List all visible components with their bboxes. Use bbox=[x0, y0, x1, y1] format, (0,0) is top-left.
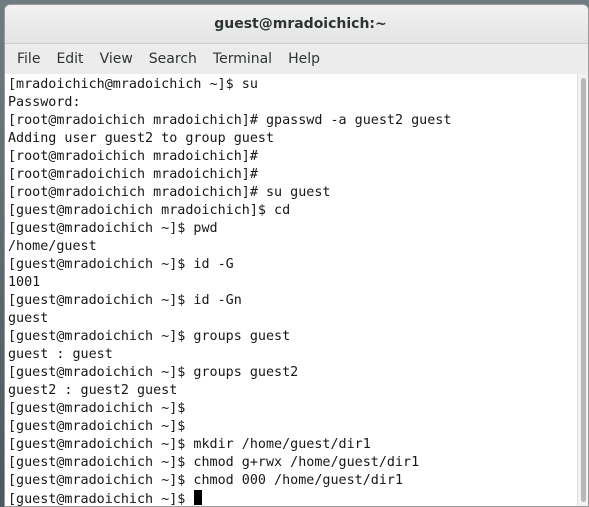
terminal-line: [guest@mradoichich ~]$ bbox=[8, 419, 186, 434]
terminal-line: [guest@mradoichich ~]$ id -Gn bbox=[8, 293, 242, 308]
window-title: guest@mradoichich:~ bbox=[214, 16, 387, 32]
terminal-line: [guest@mradoichich ~]$ chmod g+rwx /home… bbox=[8, 455, 420, 470]
terminal-line: [guest@mradoichich mradoichich]$ cd bbox=[8, 203, 291, 218]
title-bar[interactable]: guest@mradoichich:~ bbox=[5, 5, 588, 44]
terminal-line: 1001 bbox=[8, 275, 41, 290]
terminal-line: [guest@mradoichich ~]$ id -G bbox=[8, 257, 234, 272]
terminal-window: guest@mradoichich:~ File Edit View Searc… bbox=[4, 4, 589, 507]
terminal-line: Adding user guest2 to group guest bbox=[8, 131, 275, 146]
terminal-prompt-line[interactable]: [guest@mradoichich ~]$ bbox=[8, 490, 580, 507]
terminal-line: Password: bbox=[8, 95, 81, 110]
menu-edit[interactable]: Edit bbox=[48, 47, 91, 71]
terminal-line: [root@mradoichich mradoichich]# su guest bbox=[8, 185, 331, 200]
terminal-scrollbar[interactable] bbox=[577, 74, 588, 506]
scrollbar-thumb[interactable] bbox=[581, 78, 586, 502]
terminal-line: [root@mradoichich mradoichich]# bbox=[8, 149, 258, 164]
terminal-line: [root@mradoichich mradoichich]# gpasswd … bbox=[8, 113, 452, 128]
terminal-line: [mradoichich@mradoichich ~]$ su bbox=[8, 77, 258, 92]
menu-search[interactable]: Search bbox=[141, 47, 205, 71]
menu-file[interactable]: File bbox=[9, 47, 48, 71]
terminal-line: guest2 : guest2 guest bbox=[8, 383, 178, 398]
terminal-line: [guest@mradoichich ~]$ groups guest bbox=[8, 329, 291, 344]
terminal-line: [root@mradoichich mradoichich]# bbox=[8, 167, 258, 182]
terminal-line: [guest@mradoichich ~]$ bbox=[8, 401, 186, 416]
text-cursor bbox=[194, 490, 203, 505]
terminal-line: [guest@mradoichich ~]$ groups guest2 bbox=[8, 365, 299, 380]
menu-bar: File Edit View Search Terminal Help bbox=[5, 44, 588, 75]
menu-terminal[interactable]: Terminal bbox=[205, 47, 280, 71]
terminal-line: guest bbox=[8, 311, 49, 326]
menu-help[interactable]: Help bbox=[280, 47, 328, 71]
terminal-line: [guest@mradoichich ~]$ pwd bbox=[8, 221, 218, 236]
terminal-line: /home/guest bbox=[8, 239, 97, 254]
terminal-line: [guest@mradoichich ~]$ chmod 000 /home/g… bbox=[8, 473, 404, 488]
terminal-output[interactable]: [mradoichich@mradoichich ~]$ su Password… bbox=[5, 74, 580, 507]
terminal-line: [guest@mradoichich ~]$ mkdir /home/guest… bbox=[8, 437, 371, 452]
terminal-line: guest : guest bbox=[8, 347, 113, 362]
terminal-prompt: [guest@mradoichich ~]$ bbox=[8, 492, 194, 507]
menu-view[interactable]: View bbox=[92, 47, 141, 71]
